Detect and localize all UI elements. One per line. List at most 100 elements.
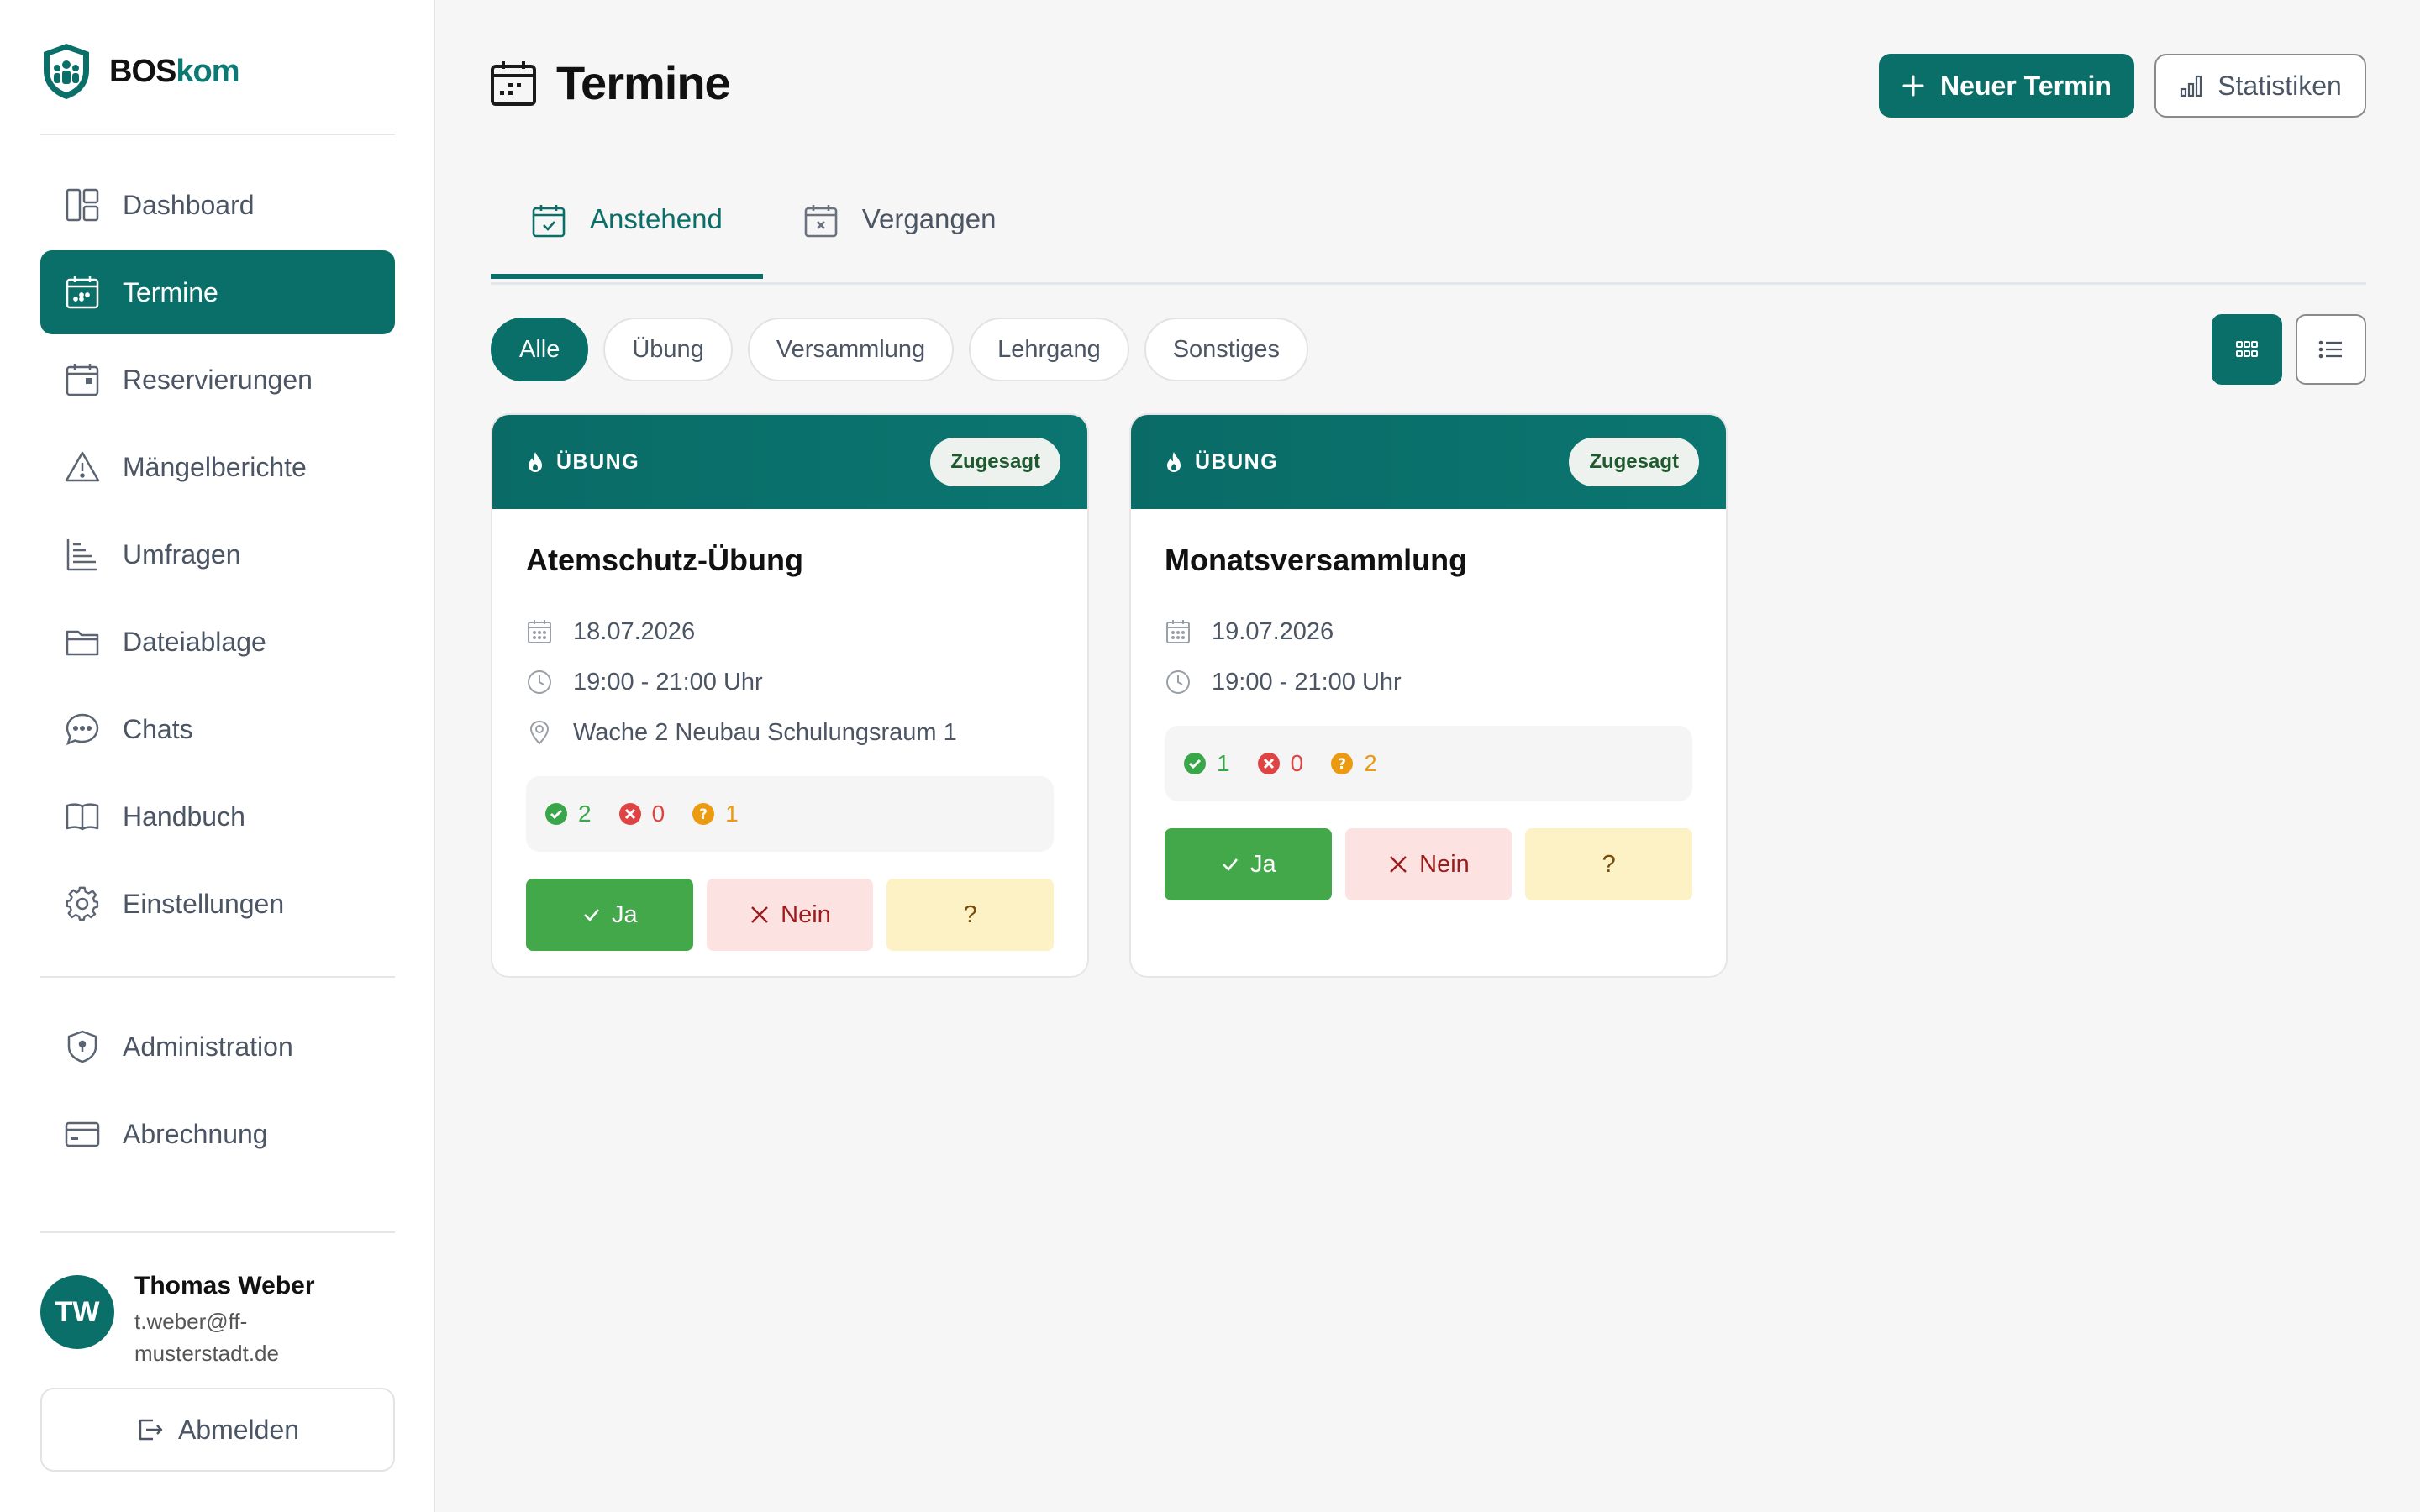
event-card[interactable]: ÜBUNG Zugesagt Atemschutz-Übung 18.07.20… [491, 413, 1089, 978]
page-title: Termine [489, 55, 731, 110]
user-profile[interactable]: TW Thomas Weber t.weber@ff-musterstadt.d… [40, 1268, 336, 1369]
layout-icon [64, 186, 101, 223]
accept-label: Ja [612, 900, 638, 928]
user-name: Thomas Weber [134, 1272, 315, 1299]
logout-label: Abmelden [177, 1414, 300, 1445]
sidebar-item-maengelberichte[interactable]: Mängelberichte [40, 425, 395, 509]
user-email: t.weber@ff-musterstadt.de [134, 1309, 279, 1366]
survey-icon [64, 536, 101, 573]
check-icon [1220, 854, 1240, 874]
accept-button[interactable]: Ja [1165, 828, 1332, 900]
decline-label: Nein [781, 900, 831, 928]
sidebar-item-einstellungen[interactable]: Einstellungen [40, 862, 395, 946]
event-time-text: 19:00 - 21:00 Uhr [1212, 668, 1402, 696]
calendar-check-icon [531, 203, 566, 239]
close-icon [1387, 853, 1409, 875]
sidebar-item-administration[interactable]: Administration [40, 1005, 395, 1089]
sidebar-item-label: Chats [123, 713, 193, 744]
maybe-button[interactable]: ? [886, 879, 1055, 951]
list-icon [2318, 339, 2344, 360]
sidebar-item-umfragen[interactable]: Umfragen [40, 512, 395, 596]
event-card[interactable]: ÜBUNG Zugesagt Monatsversammlung 19.07.2… [1129, 413, 1728, 978]
maybe-label: ? [963, 900, 977, 928]
filter-chip-alle[interactable]: Alle [491, 318, 589, 381]
map-pin-icon [526, 719, 553, 746]
sidebar-item-label: Reservierungen [123, 364, 313, 395]
check-circle-icon [1183, 752, 1207, 775]
sidebar-item-handbuch[interactable]: Handbuch [40, 774, 395, 858]
sidebar-item-dashboard[interactable]: Dashboard [40, 163, 395, 247]
event-type-label: ÜBUNG [1195, 449, 1279, 474]
sidebar-item-abrechnung[interactable]: Abrechnung [40, 1092, 395, 1176]
filter-chip-sonstiges[interactable]: Sonstiges [1144, 318, 1309, 381]
new-appointment-button[interactable]: Neuer Termin [1879, 54, 2134, 118]
list-view-button[interactable] [2296, 314, 2366, 385]
page-title-text: Termine [556, 56, 731, 109]
sidebar-item-label: Termine [123, 276, 218, 307]
tab-anstehend[interactable]: Anstehend [491, 192, 763, 279]
status-badge: Zugesagt [1569, 438, 1699, 486]
yes-count: 1 [1183, 750, 1230, 777]
decline-button[interactable]: Nein [706, 879, 874, 951]
event-time: 19:00 - 21:00 Uhr [526, 657, 1054, 707]
calendar-icon [526, 618, 553, 645]
yes-count-value: 1 [1217, 750, 1230, 776]
sidebar-item-label: Mängelberichte [123, 451, 307, 482]
event-title: Monatsversammlung [1165, 543, 1468, 577]
sidebar-item-chats[interactable]: Chats [40, 687, 395, 771]
event-card-header: ÜBUNG Zugesagt [492, 415, 1087, 509]
flame-icon [526, 451, 544, 473]
filter-chips: Alle Übung Versammlung Lehrgang Sonstige… [491, 318, 1309, 381]
accept-button[interactable]: Ja [526, 879, 693, 951]
boskom-logo-icon [40, 42, 92, 101]
filter-chip-lehrgang[interactable]: Lehrgang [969, 318, 1129, 381]
calendar-icon [489, 59, 538, 108]
sidebar-admin-nav: Administration Abrechnung [40, 1005, 395, 1179]
new-appointment-label: Neuer Termin [1940, 70, 2112, 101]
calendar-icon [1165, 618, 1192, 645]
event-type: ÜBUNG [526, 450, 639, 475]
grid-icon [2235, 340, 2259, 359]
grid-view-button[interactable] [2212, 314, 2282, 385]
decline-label: Nein [1419, 850, 1470, 878]
status-badge: Zugesagt [930, 438, 1060, 486]
event-date: 18.07.2026 [526, 606, 1054, 657]
event-location: Wache 2 Neubau Schulungsraum 1 [526, 707, 1054, 758]
credit-card-icon [64, 1116, 101, 1152]
sidebar-item-reservierungen[interactable]: Reservierungen [40, 338, 395, 422]
sidebar-item-dateiablage[interactable]: Dateiablage [40, 600, 395, 684]
event-type-label: ÜBUNG [556, 449, 640, 474]
sidebar-item-label: Handbuch [123, 801, 245, 832]
decline-button[interactable]: Nein [1344, 828, 1512, 900]
response-counts: 1 0 ? 2 [1165, 726, 1692, 801]
brand[interactable]: BOSkom [40, 42, 240, 101]
bar-chart-icon [2179, 73, 2204, 98]
statistics-button[interactable]: Statistiken [2154, 54, 2366, 118]
yes-count-value: 2 [578, 801, 592, 827]
divider [40, 1231, 395, 1233]
x-circle-icon [1257, 752, 1281, 775]
logout-icon [136, 1415, 165, 1444]
calendar-x-icon [803, 203, 839, 239]
sidebar-item-termine[interactable]: Termine [40, 250, 395, 334]
check-circle-icon [544, 802, 568, 826]
filter-chip-uebung[interactable]: Übung [603, 318, 733, 381]
book-icon [64, 798, 101, 835]
sidebar-item-label: Umfragen [123, 538, 241, 570]
clock-icon [1165, 669, 1192, 696]
x-circle-icon [618, 802, 642, 826]
event-location-text: Wache 2 Neubau Schulungsraum 1 [573, 718, 957, 746]
tab-bar: Anstehend Vergangen [491, 192, 1036, 279]
question-circle-icon: ? [1330, 752, 1354, 775]
maybe-count: ? 1 [692, 801, 739, 827]
maybe-button[interactable]: ? [1525, 828, 1693, 900]
no-count-value: 0 [1290, 750, 1304, 776]
sidebar: BOSkom Dashboard Termine Reservierungen [0, 0, 435, 1512]
question-circle-icon: ? [692, 802, 715, 826]
filter-chip-versammlung[interactable]: Versammlung [747, 318, 955, 381]
no-count: 0 [1257, 750, 1304, 777]
tab-vergangen[interactable]: Vergangen [763, 192, 1037, 279]
logout-button[interactable]: Abmelden [40, 1388, 395, 1472]
no-count: 0 [618, 801, 665, 827]
tab-label: Vergangen [861, 203, 997, 234]
